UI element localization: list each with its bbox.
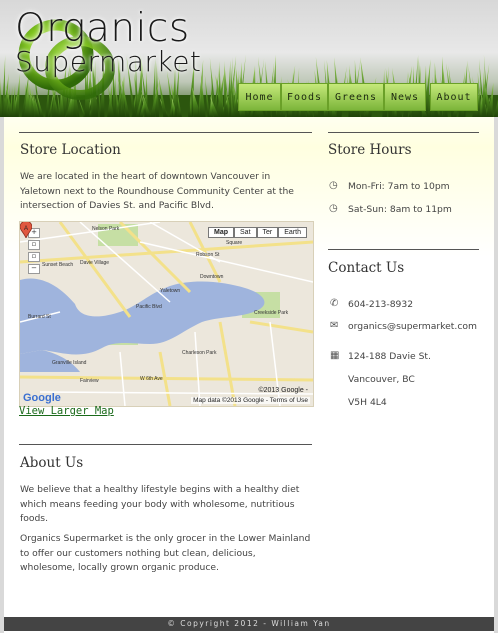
map-type-earth-button[interactable]: Earth — [278, 227, 307, 238]
contact-heading: Contact Us — [328, 260, 405, 276]
contact-phone[interactable]: 604-213-8932 — [348, 299, 413, 310]
view-larger-map-link[interactable]: View Larger Map — [19, 405, 114, 417]
section-divider — [19, 132, 312, 133]
contact-email[interactable]: organics@supermarket.com — [348, 321, 477, 332]
map-street-label: Robson St — [196, 252, 220, 258]
map-street-label: Nelson Park — [92, 226, 120, 232]
map-street-label: W 6th Ave — [140, 376, 163, 382]
zoom-out-button[interactable]: − — [28, 264, 40, 274]
map-copyright: ©2013 Google - — [258, 387, 308, 394]
map-type-ter-button[interactable]: Ter — [256, 227, 279, 238]
map-street-label: Charleson Park — [182, 350, 217, 356]
map-street-label: Yaletown — [160, 288, 181, 294]
about-paragraph-1: We believe that a healthy lifestyle begi… — [20, 484, 300, 524]
phone-icon: ✆ — [330, 298, 339, 309]
about-heading: About Us — [20, 455, 84, 471]
site-footer: © Copyright 2012 - William Yan — [4, 617, 494, 631]
store-location-heading: Store Location — [20, 142, 121, 158]
clock-icon: ◷ — [329, 203, 338, 214]
site-header: Organics Supermarket Home Foods Greens N… — [0, 0, 498, 117]
hours-weekend: Sat-Sun: 8am to 11pm — [348, 204, 452, 215]
store-hours-heading: Store Hours — [328, 142, 412, 158]
zoom-bar[interactable]: ▫ — [28, 252, 40, 262]
map-street-label: Davie Village — [80, 260, 110, 266]
about-paragraph-2: Organics Supermarket is the only grocer … — [20, 533, 311, 573]
map-marker-icon[interactable]: A — [20, 222, 32, 238]
building-icon: ▦ — [330, 350, 340, 361]
map-street-label: Sunset Beach — [42, 262, 74, 268]
nav-item-greens[interactable]: Greens — [328, 83, 384, 111]
map-attribution[interactable]: Map data ©2013 Google - Terms of Use — [191, 397, 310, 404]
map-type-sat-button[interactable]: Sat — [234, 227, 257, 238]
store-location-text: We are located in the heart of downtown … — [20, 171, 294, 211]
nav-item-news[interactable]: News — [384, 83, 426, 111]
map-street-label: Creekside Park — [254, 310, 289, 316]
svg-text:A: A — [24, 226, 28, 232]
section-divider — [328, 249, 479, 250]
address-line-1: 124-188 Davie St. — [348, 351, 431, 362]
hours-weekday: Mon-Fri: 7am to 10pm — [348, 181, 450, 192]
page-frame-right — [494, 117, 498, 633]
section-divider — [328, 132, 479, 133]
logo-subtitle[interactable]: Supermarket — [15, 45, 201, 78]
mail-icon: ✉ — [330, 320, 339, 331]
store-map[interactable]: Nelson Park Davie Village Sunset Beach Y… — [19, 221, 314, 407]
clock-icon: ◷ — [329, 180, 338, 191]
address-line-3: V5H 4L4 — [348, 397, 387, 408]
address-line-2: Vancouver, BC — [348, 374, 415, 385]
map-street-label: Granville Island — [52, 360, 87, 366]
map-street-label: Square — [226, 240, 243, 246]
nav-item-foods[interactable]: Foods — [281, 83, 328, 111]
map-street-label: Downtown — [200, 274, 224, 280]
map-type-control[interactable]: Map Sat Ter Earth — [208, 227, 307, 238]
zoom-bar[interactable]: ▫ — [28, 240, 40, 250]
map-street-label: Fairview — [80, 378, 99, 384]
map-street-label: Pacific Blvd — [136, 304, 162, 310]
main-nav: Home Foods Greens News About — [238, 82, 486, 112]
map-type-map-button[interactable]: Map — [208, 227, 235, 238]
nav-item-about[interactable]: About — [430, 83, 478, 111]
google-logo[interactable]: Google — [23, 392, 61, 404]
section-divider — [19, 444, 312, 445]
map-street-label: Burrard St — [28, 314, 51, 320]
nav-item-home[interactable]: Home — [238, 83, 281, 111]
